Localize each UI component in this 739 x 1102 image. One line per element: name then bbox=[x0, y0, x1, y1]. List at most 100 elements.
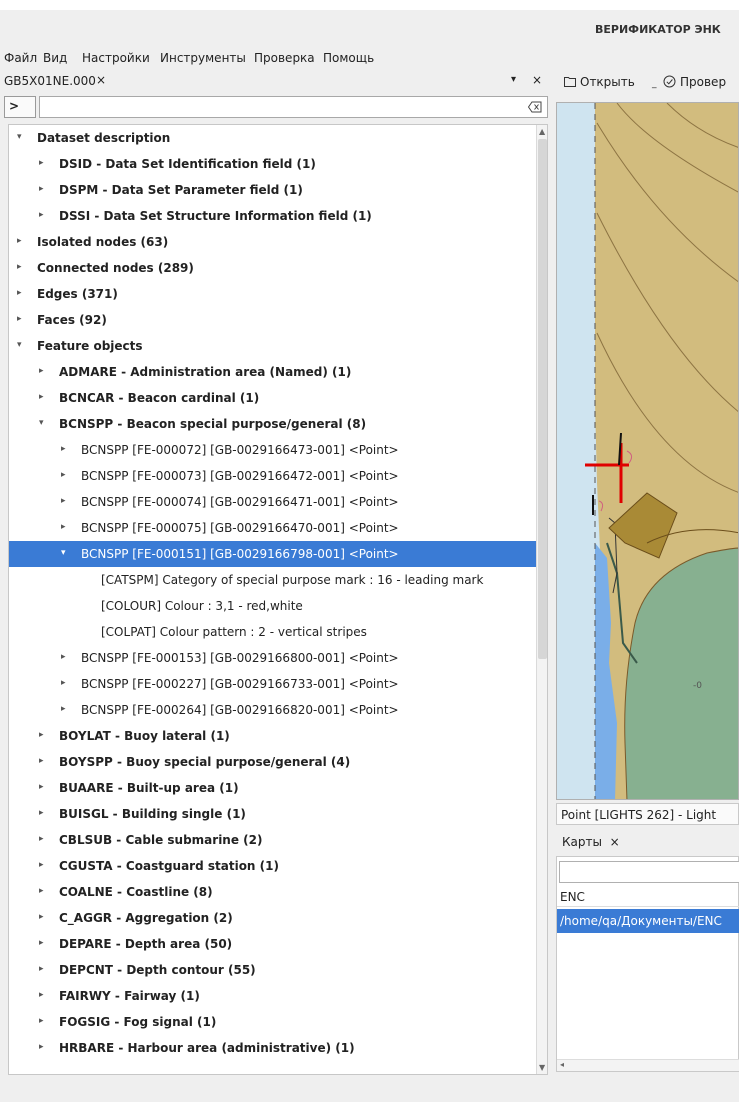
scroll-down-icon[interactable]: ▼ bbox=[539, 1063, 545, 1072]
tree-row[interactable]: ▸ BCNSPP [FE-000074] [GB-0029166471-001] … bbox=[9, 489, 536, 515]
chart-map-view[interactable]: -0 bbox=[556, 102, 739, 800]
tree-row[interactable]: ▸ BCNCAR - Beacon cardinal (1) bbox=[9, 385, 536, 411]
expand-arrow-icon[interactable]: ▸ bbox=[39, 366, 44, 376]
tab-maps[interactable]: Карты × bbox=[562, 835, 620, 849]
tree-row[interactable]: ▸ HRBARE - Harbour area (administrative) … bbox=[9, 1035, 536, 1061]
expand-arrow-icon[interactable]: ▸ bbox=[39, 938, 44, 948]
filter-input[interactable] bbox=[39, 96, 548, 118]
scroll-up-icon[interactable]: ▲ bbox=[539, 127, 545, 136]
expand-arrow-icon[interactable]: ▸ bbox=[39, 210, 44, 220]
expand-arrow-icon[interactable]: ▸ bbox=[39, 964, 44, 974]
tab-close-icon[interactable]: × bbox=[96, 73, 106, 87]
tree-row[interactable]: ▾ Feature objects bbox=[9, 333, 536, 359]
expand-arrow-icon[interactable]: ▸ bbox=[61, 678, 66, 688]
tree-row[interactable]: ▾ Dataset description bbox=[9, 125, 536, 151]
tree-row[interactable]: ▸ COALNE - Coastline (8) bbox=[9, 879, 536, 905]
expand-arrow-icon[interactable]: ▸ bbox=[61, 522, 66, 532]
maps-hscrollbar[interactable]: ◂ bbox=[557, 1059, 739, 1071]
expand-arrow-icon[interactable]: ▸ bbox=[17, 262, 22, 272]
tree-row[interactable]: [CATSPM] Category of special purpose mar… bbox=[9, 567, 536, 593]
tree-row[interactable]: ▸ CGUSTA - Coastguard station (1) bbox=[9, 853, 536, 879]
tree-row-label: BCNSPP [FE-000151] [GB-0029166798-001] <… bbox=[81, 547, 399, 561]
tree-row[interactable]: ▸ BUAARE - Built-up area (1) bbox=[9, 775, 536, 801]
maps-filter-input[interactable] bbox=[559, 861, 739, 883]
tree-row[interactable]: ▾ BCNSPP [FE-000151] [GB-0029166798-001] … bbox=[9, 541, 536, 567]
expand-arrow-icon[interactable]: ▸ bbox=[39, 886, 44, 896]
dataset-tree[interactable]: ▸ HRBARE - Harbour area (administrative) … bbox=[8, 124, 548, 1075]
tree-row[interactable]: ▸ FAIRWY - Fairway (1) bbox=[9, 983, 536, 1009]
expand-arrow-icon[interactable]: ▸ bbox=[39, 1016, 44, 1026]
expand-arrow-icon[interactable]: ▸ bbox=[17, 314, 22, 324]
tree-row[interactable]: ▸ BUISGL - Building single (1) bbox=[9, 801, 536, 827]
expand-arrow-icon[interactable]: ▸ bbox=[39, 392, 44, 402]
chart-map[interactable]: -0 bbox=[557, 103, 739, 800]
tree-row[interactable]: ▸ DSSI - Data Set Structure Information f… bbox=[9, 203, 536, 229]
tree-row[interactable]: ▸ BCNSPP [FE-000072] [GB-0029166473-001] … bbox=[9, 437, 536, 463]
menu-file[interactable]: Файл bbox=[4, 51, 37, 65]
tree-row[interactable]: ▸ BCNSPP [FE-000264] [GB-0029166820-001] … bbox=[9, 697, 536, 723]
expand-arrow-icon[interactable]: ▸ bbox=[39, 158, 44, 168]
expand-arrow-icon[interactable]: ▸ bbox=[39, 990, 44, 1000]
expand-button[interactable]: > bbox=[4, 96, 36, 118]
collapse-arrow-icon[interactable]: ▾ bbox=[17, 132, 22, 142]
tree-scrollbar[interactable]: ▲ ▼ bbox=[536, 125, 547, 1074]
tree-row[interactable]: ▸ FOGSIG - Fog signal (1) bbox=[9, 1009, 536, 1035]
expand-arrow-icon[interactable]: ▸ bbox=[39, 1042, 44, 1052]
tree-row[interactable]: ▸ DSPM - Data Set Parameter field (1) bbox=[9, 177, 536, 203]
maps-table-row[interactable]: /home/qa/Документы/ENC bbox=[557, 909, 739, 933]
scrollbar-thumb[interactable] bbox=[538, 139, 547, 659]
tree-row[interactable]: ▸ DEPCNT - Depth contour (55) bbox=[9, 957, 536, 983]
menu-view[interactable]: Вид bbox=[43, 51, 67, 65]
tree-row[interactable]: ▸ CBLSUB - Cable submarine (2) bbox=[9, 827, 536, 853]
tree-row[interactable]: ▸ DEPARE - Depth area (50) bbox=[9, 931, 536, 957]
expand-arrow-icon[interactable]: ▸ bbox=[39, 808, 44, 818]
expand-arrow-icon[interactable]: ▸ bbox=[61, 444, 66, 454]
tree-row[interactable]: ▸ DSID - Data Set Identification field (1… bbox=[9, 151, 536, 177]
maps-column-header[interactable]: ENC bbox=[557, 887, 739, 907]
open-button[interactable]: Открыть bbox=[580, 75, 635, 89]
expand-arrow-icon[interactable]: ▸ bbox=[61, 704, 66, 714]
tree-row[interactable]: ▸ C_AGGR - Aggregation (2) bbox=[9, 905, 536, 931]
expand-arrow-icon[interactable]: ▸ bbox=[39, 834, 44, 844]
expand-arrow-icon[interactable]: ▸ bbox=[39, 730, 44, 740]
tree-row[interactable]: ▸ Isolated nodes (63) bbox=[9, 229, 536, 255]
check-button[interactable]: Провер bbox=[680, 75, 726, 89]
open-dropdown-icon[interactable]: _ bbox=[652, 79, 657, 89]
menu-settings[interactable]: Настройки bbox=[82, 51, 150, 65]
tree-row[interactable]: [COLPAT] Colour pattern : 2 - vertical s… bbox=[9, 619, 536, 645]
menu-tools[interactable]: Инструменты bbox=[160, 51, 246, 65]
expand-arrow-icon[interactable]: ▸ bbox=[39, 912, 44, 922]
expand-arrow-icon[interactable]: ▸ bbox=[61, 652, 66, 662]
tree-row[interactable]: ▸ BOYLAT - Buoy lateral (1) bbox=[9, 723, 536, 749]
expand-arrow-icon[interactable]: ▸ bbox=[17, 288, 22, 298]
tree-row[interactable]: ▸ BOYSPP - Buoy special purpose/general (… bbox=[9, 749, 536, 775]
expand-arrow-icon[interactable]: ▸ bbox=[39, 860, 44, 870]
expand-arrow-icon[interactable]: ▸ bbox=[39, 756, 44, 766]
tree-row[interactable]: [COLOUR] Colour : 3,1 - red,white bbox=[9, 593, 536, 619]
scroll-left-icon[interactable]: ◂ bbox=[560, 1060, 564, 1069]
menu-check[interactable]: Проверка bbox=[254, 51, 315, 65]
expand-arrow-icon[interactable]: ▸ bbox=[61, 470, 66, 480]
clear-text-icon[interactable] bbox=[528, 101, 542, 113]
tree-row[interactable]: ▸ BCNSPP [FE-000227] [GB-0029166733-001] … bbox=[9, 671, 536, 697]
collapse-arrow-icon[interactable]: ▾ bbox=[39, 418, 44, 428]
tree-row[interactable]: ▸ BCNSPP [FE-000073] [GB-0029166472-001] … bbox=[9, 463, 536, 489]
tree-row[interactable]: ▸ Faces (92) bbox=[9, 307, 536, 333]
tree-row[interactable]: ▸ Edges (371) bbox=[9, 281, 536, 307]
tree-row[interactable]: ▸ Connected nodes (289) bbox=[9, 255, 536, 281]
tree-row[interactable]: ▸ BCNSPP [FE-000075] [GB-0029166470-001] … bbox=[9, 515, 536, 541]
tree-row[interactable]: ▸ BCNSPP [FE-000153] [GB-0029166800-001] … bbox=[9, 645, 536, 671]
tree-row[interactable]: ▸ ADMARE - Administration area (Named) (1… bbox=[9, 359, 536, 385]
dropdown-arrow-icon[interactable]: ▾ bbox=[511, 74, 516, 85]
expand-arrow-icon[interactable]: ▸ bbox=[39, 184, 44, 194]
collapse-arrow-icon[interactable]: ▾ bbox=[61, 548, 66, 558]
menu-help[interactable]: Помощь bbox=[323, 51, 374, 65]
expand-arrow-icon[interactable]: ▸ bbox=[17, 236, 22, 246]
expand-arrow-icon[interactable]: ▸ bbox=[61, 496, 66, 506]
collapse-arrow-icon[interactable]: ▾ bbox=[17, 340, 22, 350]
panel-close-icon[interactable]: × bbox=[532, 73, 542, 87]
tab-dataset[interactable]: GB5X01NE.000 bbox=[4, 74, 96, 88]
expand-arrow-icon[interactable]: ▸ bbox=[39, 782, 44, 792]
tab-maps-close-icon[interactable]: × bbox=[610, 835, 620, 849]
tree-row[interactable]: ▾ BCNSPP - Beacon special purpose/general… bbox=[9, 411, 536, 437]
